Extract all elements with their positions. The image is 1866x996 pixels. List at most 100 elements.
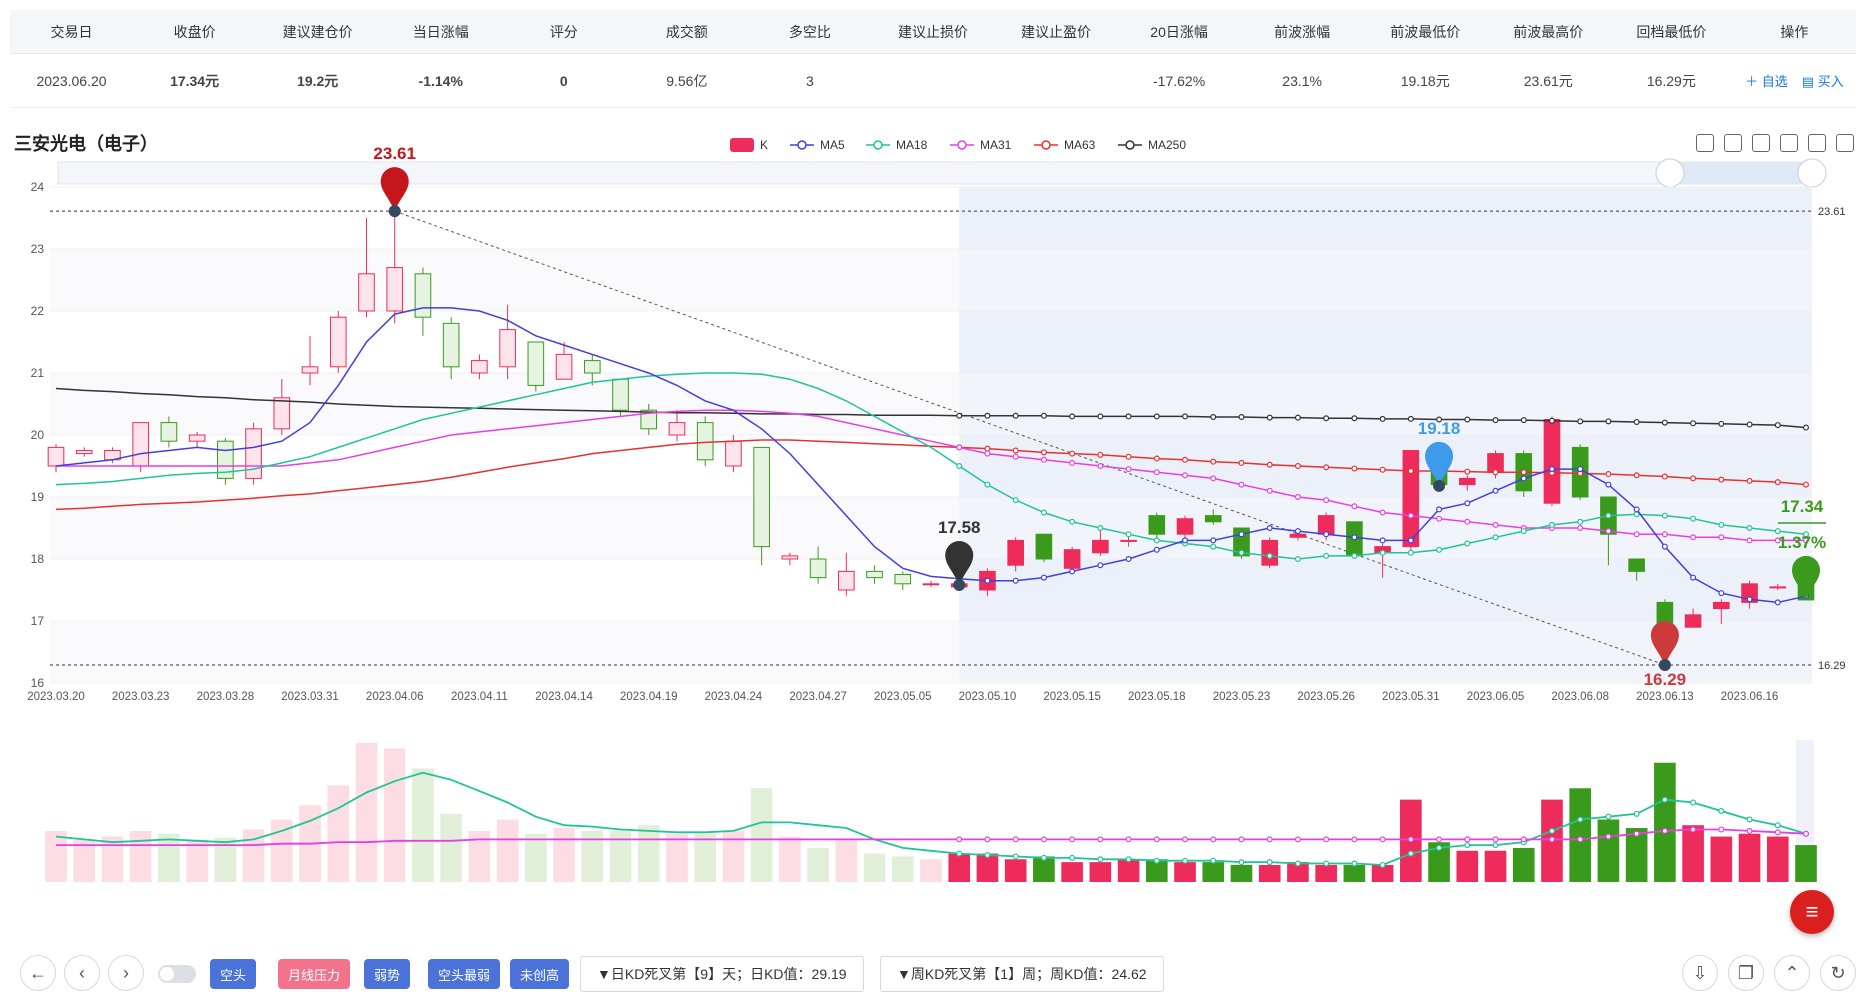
download-button[interactable]: ⇩ xyxy=(1682,955,1718,991)
toggle-switch[interactable] xyxy=(158,965,196,983)
ma63-series-point xyxy=(1125,453,1132,460)
ma18-series-point xyxy=(1746,525,1753,532)
volume-ma-fast-point xyxy=(1690,799,1697,806)
legend-item-k: K xyxy=(730,138,768,152)
prev-button[interactable]: ‹ xyxy=(64,955,100,991)
volume-bar xyxy=(891,856,914,882)
ma31-series-point xyxy=(1294,494,1301,501)
ma31-series-point xyxy=(1182,472,1189,479)
ma63-series-point xyxy=(1238,459,1245,466)
ma5-series-point xyxy=(1774,599,1781,606)
tag-bearish[interactable]: 空头 xyxy=(210,959,257,989)
candle-body xyxy=(1402,450,1420,548)
volume-ma-slow-point xyxy=(1802,830,1809,837)
stock-summary-table: 交易日 收盘价 建议建仓价 当日涨幅 评分 成交额 多空比 建议止损价 建议止盈… xyxy=(10,10,1856,110)
ma250-series-point xyxy=(1690,420,1697,427)
x-axis: 2023.03.20 2023.03.23 2023.03.28 2023.03.31… xyxy=(27,691,1778,703)
candle-body xyxy=(160,422,178,442)
volume-ma-slow-point xyxy=(1125,836,1132,843)
ma18-series-point xyxy=(1040,509,1047,516)
volume-bar xyxy=(666,833,688,882)
ma63-series-point xyxy=(1069,450,1076,457)
ma18-series-point xyxy=(1690,515,1697,522)
add-watchlist-button[interactable]: ＋ 自选 xyxy=(1745,71,1788,90)
header-date: 交易日 xyxy=(50,23,93,40)
candle xyxy=(527,341,545,392)
volume-ma-fast-point xyxy=(1012,853,1019,860)
menu-fab-button[interactable]: ≡ xyxy=(1790,890,1834,934)
buy-button[interactable]: ▤ 买入 xyxy=(1802,71,1844,90)
volume-ma-fast-point xyxy=(1238,859,1245,866)
back-button[interactable]: ← xyxy=(20,955,56,991)
legend-item-ma31: MA31 xyxy=(950,138,1012,152)
next-button[interactable]: › xyxy=(108,955,144,991)
ma31-series-point xyxy=(1605,528,1612,535)
tag-no-new-high[interactable]: 未创高 xyxy=(510,959,570,989)
volume-bar xyxy=(45,830,67,882)
x-tick-label: 2023.04.27 xyxy=(789,691,847,703)
volume-ma-slow-point xyxy=(1379,836,1386,843)
ma250-series-point xyxy=(1040,412,1047,419)
ma31-series-point xyxy=(1661,531,1668,538)
tag-weakest-bear[interactable]: 空头最弱 xyxy=(428,959,501,989)
volume-bar xyxy=(1597,819,1620,882)
ma250-series-point xyxy=(1464,416,1471,423)
tag-monthly-pressure[interactable]: 月线压力 xyxy=(278,959,351,989)
header-prev-wave-high: 前波最高价 xyxy=(1513,23,1584,40)
candle-body xyxy=(329,316,347,368)
ma5-series-point xyxy=(1661,543,1668,550)
volume-bar xyxy=(1117,859,1140,882)
high-pin-dot xyxy=(388,205,401,218)
x-tick-label: 2023.06.16 xyxy=(1721,691,1779,703)
x-tick-label: 2023.05.10 xyxy=(959,691,1017,703)
right-axis-low-label: 16.29 xyxy=(1818,660,1846,672)
ma250-series-point xyxy=(1577,418,1584,425)
volume-ma-fast-point xyxy=(1548,827,1555,834)
ma63-series-point xyxy=(1351,465,1358,472)
scroll-top-button[interactable]: ⌃ xyxy=(1774,955,1810,991)
refresh-icon: ↻ xyxy=(1830,962,1846,983)
volume-ma-slow-point xyxy=(1661,827,1668,834)
volume-bar xyxy=(1004,859,1027,882)
candle-body xyxy=(188,434,206,442)
ma63-series-point xyxy=(1040,449,1047,456)
x-tick-label: 2023.03.20 xyxy=(27,691,85,703)
ma18-series-point xyxy=(1125,531,1132,538)
candle-body xyxy=(809,558,827,579)
tag-weak[interactable]: 弱势 xyxy=(364,959,411,989)
volume-ma-slow-point xyxy=(1633,830,1640,837)
ma18-series-point xyxy=(1097,525,1104,532)
ma18-series-point xyxy=(1294,556,1301,563)
volume-bar xyxy=(1258,864,1281,882)
ma18-series-point xyxy=(1069,518,1076,525)
ma5-series-point xyxy=(1294,528,1301,535)
ma31-series-point xyxy=(1492,521,1499,528)
volume-ma-fast-point xyxy=(1661,796,1668,803)
legend-swatch xyxy=(730,138,754,152)
header-change: 当日涨幅 xyxy=(412,23,469,40)
zoom-track xyxy=(57,161,1813,185)
x-tick-label: 2023.04.19 xyxy=(620,691,678,703)
candle-body xyxy=(1035,533,1053,560)
chevron-right-icon: › xyxy=(123,962,129,983)
candle-body xyxy=(696,422,714,461)
volume-bar xyxy=(1654,762,1676,882)
volume-bar xyxy=(1343,864,1366,882)
cell-prev-wave-low: 19.18元 xyxy=(1400,72,1450,89)
ma5-series-point xyxy=(1746,596,1753,603)
cell-change20: -17.62% xyxy=(1153,72,1206,89)
refresh-button[interactable]: ↻ xyxy=(1820,955,1856,991)
arrow-left-icon: ← xyxy=(29,962,47,983)
mid-pin-label: 17.58 xyxy=(938,518,981,537)
copy-button[interactable]: ❐ xyxy=(1728,955,1764,991)
candle-body xyxy=(1628,558,1645,572)
candle-body xyxy=(781,555,799,560)
candle-body xyxy=(894,574,912,585)
volume-ma-fast-point xyxy=(1633,810,1640,817)
volume-ma-fast-point xyxy=(1069,854,1076,861)
ma31-series-point xyxy=(1464,518,1471,525)
volume-bars xyxy=(45,740,1817,882)
header-ratio: 多空比 xyxy=(788,23,831,40)
legend-marker xyxy=(1041,140,1051,150)
ma250-series-point xyxy=(1323,415,1330,422)
